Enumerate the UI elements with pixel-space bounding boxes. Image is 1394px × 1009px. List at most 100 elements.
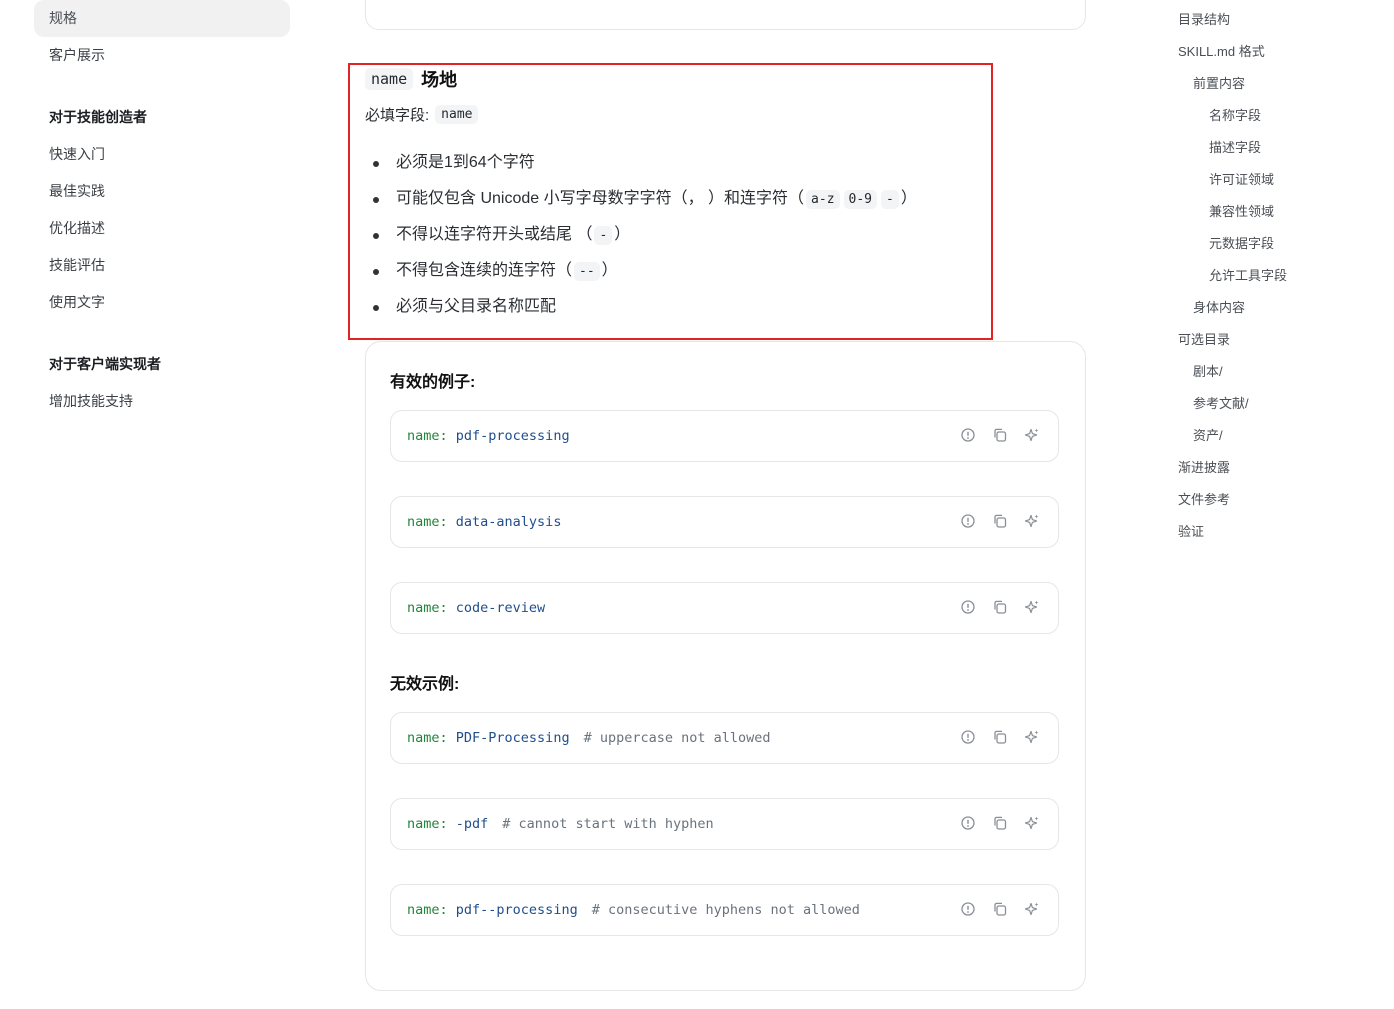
code-block-valid-1: name: pdf-processing	[390, 410, 1059, 462]
toc-item-frontmatter[interactable]: 前置内容	[1170, 68, 1370, 100]
table-of-contents: 目录结构 SKILL.md 格式 前置内容 名称字段 描述字段 许可证领域 兼容…	[1170, 4, 1370, 548]
code-actions	[960, 599, 1040, 615]
toc-item-optional-directories[interactable]: 可选目录	[1170, 324, 1370, 356]
toc-item-body-content[interactable]: 身体内容	[1170, 292, 1370, 324]
toc-item-description-field[interactable]: 描述字段	[1170, 132, 1370, 164]
sparkle-icon[interactable]	[1024, 513, 1040, 529]
nav-item-add-skill-support[interactable]: 增加技能支持	[34, 383, 290, 420]
yaml-value: data-analysis	[455, 514, 562, 530]
yaml-key: name:	[407, 902, 448, 918]
rule-text: 必须是1到64个字符	[396, 154, 535, 171]
toc-item-assets[interactable]: 资产/	[1170, 420, 1370, 452]
info-icon[interactable]	[960, 729, 976, 745]
sparkle-icon[interactable]	[1024, 729, 1040, 745]
toc-item-scripts[interactable]: 剧本/	[1170, 356, 1370, 388]
section-title-code: name	[365, 68, 414, 90]
code-line: name: PDF-Processing # uppercase not allo…	[407, 713, 771, 763]
info-icon[interactable]	[960, 901, 976, 917]
toc-item-allowed-tools-field[interactable]: 允许工具字段	[1170, 260, 1370, 292]
sparkle-icon[interactable]	[1024, 427, 1040, 443]
copy-icon[interactable]	[992, 901, 1008, 917]
toc-item-metadata-field[interactable]: 元数据字段	[1170, 228, 1370, 260]
yaml-value: code-review	[455, 600, 546, 616]
required-code: name	[435, 105, 479, 124]
rule-text: 不得包含连续的连字符（	[396, 262, 573, 279]
nav-group-title-creators: 对于技能创造者	[49, 109, 147, 125]
code-line: name: data-analysis	[407, 497, 561, 547]
toc-item-file-references[interactable]: 文件参考	[1170, 484, 1370, 516]
sparkle-icon[interactable]	[1024, 815, 1040, 831]
nav-item-quickstart[interactable]: 快速入门	[34, 136, 290, 173]
info-icon[interactable]	[960, 599, 976, 615]
yaml-value: -pdf	[455, 816, 489, 832]
toc-item-license-field[interactable]: 许可证领域	[1170, 164, 1370, 196]
valid-examples-heading: 有效的例子:	[390, 374, 476, 391]
toc-item-references[interactable]: 参考文献/	[1170, 388, 1370, 420]
code-block-invalid-1: name: PDF-Processing # uppercase not allo…	[390, 712, 1059, 764]
rule-text-end: ）	[601, 262, 618, 279]
rule-match-directory: 必须与父目录名称匹配	[373, 289, 917, 325]
nav-item-optimize-description[interactable]: 优化描述	[34, 210, 290, 247]
copy-icon[interactable]	[992, 815, 1008, 831]
code-block-invalid-2: name: -pdf # cannot start with hyphen	[390, 798, 1059, 850]
invalid-examples-heading: 无效示例:	[390, 676, 460, 693]
left-sidebar: 规格 客户展示 对于技能创造者 快速入门 最佳实践 优化描述 技能评估 使用文字…	[34, 0, 290, 420]
yaml-value: pdf-processing	[455, 428, 570, 444]
section-title-text: 场地	[421, 70, 458, 90]
copy-icon[interactable]	[992, 729, 1008, 745]
rules-list: 必须是1到64个字符 可能仅包含 Unicode 小写字母数字字符（， ）和连字…	[373, 145, 917, 325]
code-line: name: code-review	[407, 583, 545, 633]
toc-item-validation[interactable]: 验证	[1170, 516, 1370, 548]
code-actions	[960, 815, 1040, 831]
yaml-value: pdf--processing	[455, 902, 578, 918]
rule-charset: 可能仅包含 Unicode 小写字母数字字符（， ）和连字符（ a-z 0-9-）	[373, 181, 917, 217]
rule-code: 0-9	[843, 190, 878, 209]
rule-text: 不得以连字符开头或结尾 （	[396, 226, 593, 243]
yaml-key: name:	[407, 816, 448, 832]
code-line: name: -pdf # cannot start with hyphen	[407, 799, 714, 849]
code-actions	[960, 427, 1040, 443]
rule-code: -	[881, 190, 899, 209]
rule-code: -	[594, 226, 613, 245]
copy-icon[interactable]	[992, 599, 1008, 615]
previous-card	[365, 0, 1086, 30]
rule-text: 必须与父目录名称匹配	[396, 298, 557, 315]
toc-item-skill-md-format[interactable]: SKILL.md 格式	[1170, 36, 1370, 68]
nav-item-client-showcase[interactable]: 客户展示	[34, 37, 290, 74]
info-icon[interactable]	[960, 513, 976, 529]
sparkle-icon[interactable]	[1024, 599, 1040, 615]
rule-code: a-z	[806, 190, 840, 209]
rule-text: 可能仅包含 Unicode 小写字母数字字符（， ）和连字符（	[396, 190, 805, 207]
yaml-comment: # uppercase not allowed	[583, 730, 771, 746]
toc-item-directory-structure[interactable]: 目录结构	[1170, 4, 1370, 36]
nav-item-best-practices[interactable]: 最佳实践	[34, 173, 290, 210]
yaml-value: PDF-Processing	[455, 730, 570, 746]
copy-icon[interactable]	[992, 513, 1008, 529]
rule-no-consecutive-hyphen: 不得包含连续的连字符（ --）	[373, 253, 917, 289]
yaml-comment: # consecutive hyphens not allowed	[591, 902, 860, 918]
rule-text-end: ）	[614, 226, 631, 243]
nav-group-title-implementers: 对于客户端实现者	[49, 356, 161, 372]
rule-length: 必须是1到64个字符	[373, 145, 917, 181]
nav-item-skill-evaluation[interactable]: 技能评估	[34, 247, 290, 284]
nav-item-spec[interactable]: 规格	[34, 0, 290, 37]
toc-item-progressive-disclosure[interactable]: 渐进披露	[1170, 452, 1370, 484]
rule-no-edge-hyphen: 不得以连字符开头或结尾 （-）	[373, 217, 917, 253]
rule-text-end: ）	[900, 190, 917, 207]
yaml-key: name:	[407, 428, 448, 444]
info-icon[interactable]	[960, 427, 976, 443]
info-icon[interactable]	[960, 815, 976, 831]
sparkle-icon[interactable]	[1024, 901, 1040, 917]
toc-item-compatibility-field[interactable]: 兼容性领域	[1170, 196, 1370, 228]
copy-icon[interactable]	[992, 427, 1008, 443]
code-block-invalid-3: name: pdf--processing # consecutive hyphe…	[390, 884, 1059, 936]
toc-item-name-field[interactable]: 名称字段	[1170, 100, 1370, 132]
yaml-key: name:	[407, 600, 448, 616]
code-block-valid-2: name: data-analysis	[390, 496, 1059, 548]
yaml-key: name:	[407, 514, 448, 530]
nav-item-use-scripts[interactable]: 使用文字	[34, 284, 290, 321]
required-field-line: 必填字段: name	[365, 104, 479, 125]
required-label: 必填字段:	[365, 107, 430, 124]
code-block-valid-3: name: code-review	[390, 582, 1059, 634]
code-line: name: pdf--processing # consecutive hyphe…	[407, 885, 860, 935]
